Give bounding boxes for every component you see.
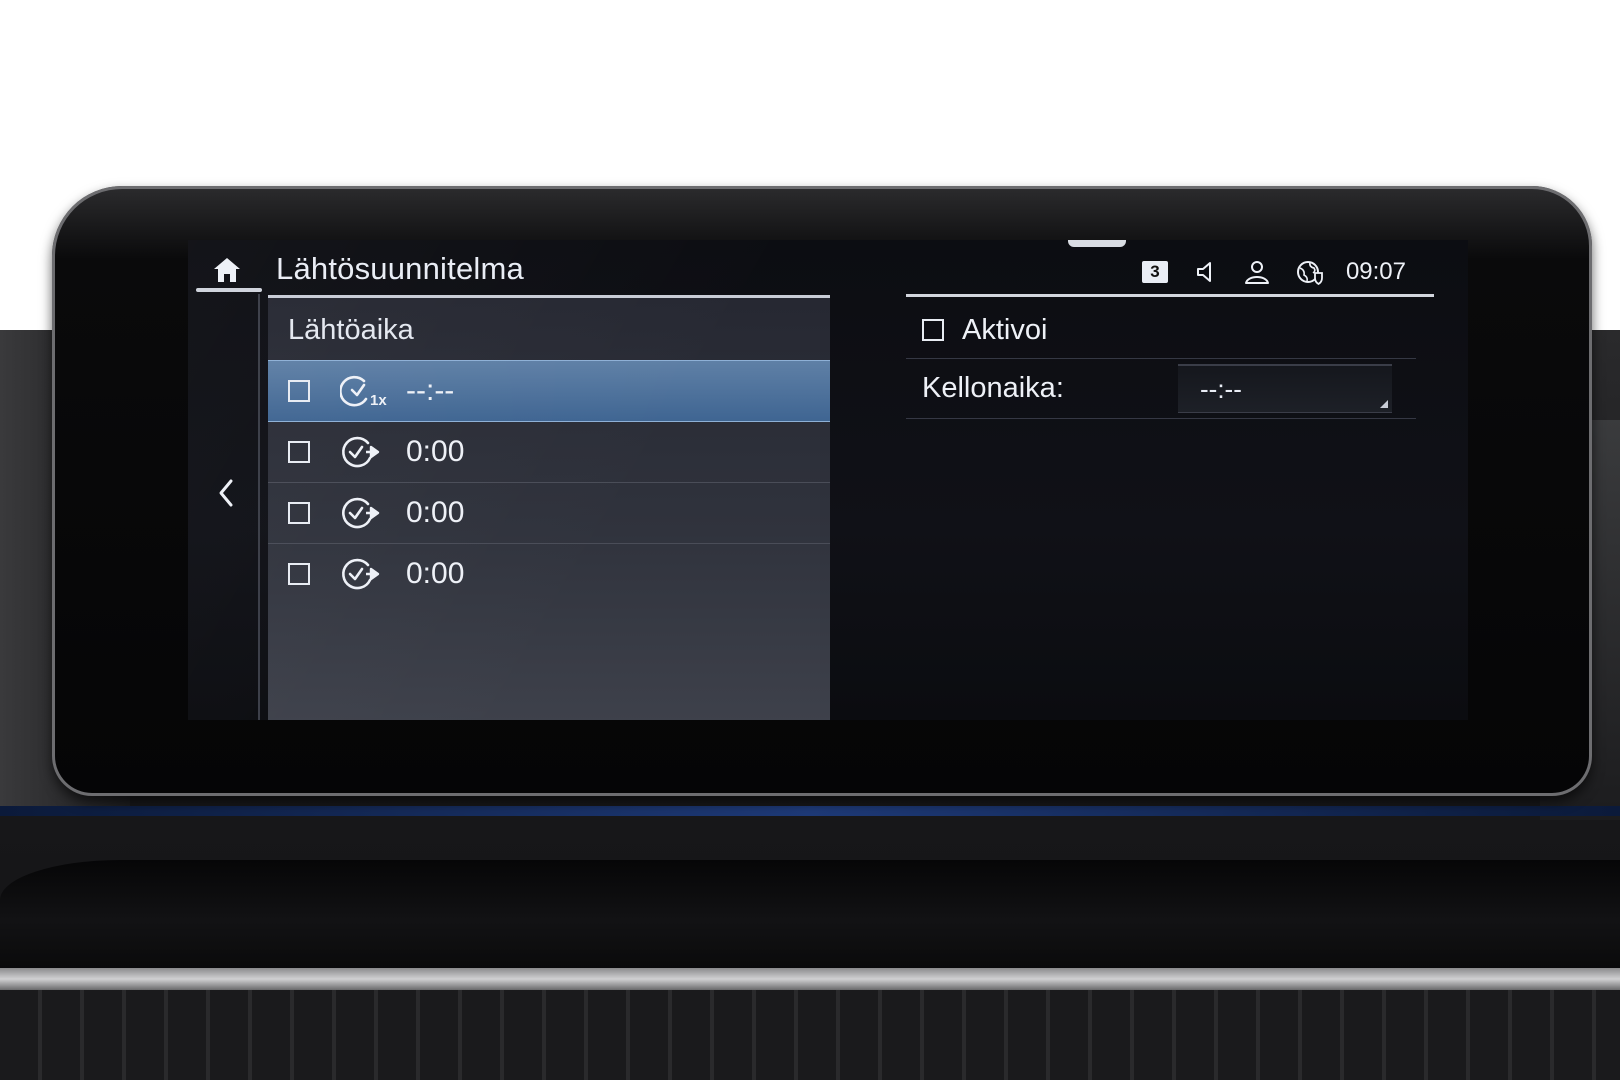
timer-3-time: 0:00	[406, 496, 465, 529]
activate-checkbox[interactable]	[922, 319, 944, 341]
timer-1-time: --:--	[406, 374, 455, 407]
connected-services-icon[interactable]	[1296, 259, 1324, 285]
timer-2-time: 0:00	[406, 435, 465, 468]
activate-row[interactable]: Aktivoi	[906, 302, 1416, 359]
gloss-trim	[0, 860, 1620, 970]
list-heading: Lähtöaika	[288, 314, 414, 346]
list-item-timer-4[interactable]: 0:00	[268, 544, 830, 604]
activate-label: Aktivoi	[962, 313, 1048, 346]
clock-time-value: --:--	[1200, 373, 1242, 404]
timer-4-checkbox[interactable]	[288, 563, 310, 585]
home-button[interactable]	[204, 248, 250, 292]
departure-time-list: Lähtöaika 1x --:-- 0:00 0:00 0:00	[268, 295, 830, 720]
chevron-left-icon	[219, 479, 233, 507]
user-profile-icon[interactable]	[1244, 259, 1270, 285]
notification-pull-tab[interactable]	[1068, 240, 1126, 247]
list-item-timer-1[interactable]: 1x --:--	[268, 360, 830, 422]
home-underline	[196, 288, 262, 292]
clock: 09:07	[1345, 258, 1406, 285]
recurring-timer-icon	[340, 434, 390, 470]
timer-1-checkbox[interactable]	[288, 380, 310, 402]
list-item-timer-3[interactable]: 0:00	[268, 483, 830, 544]
svg-text:1x: 1x	[370, 392, 387, 409]
recurring-timer-icon	[340, 495, 390, 531]
field-corner-indicator	[1380, 400, 1388, 408]
ambient-light-strip	[0, 806, 1620, 816]
back-button[interactable]	[206, 470, 246, 516]
clock-time-field[interactable]: --:--	[1178, 364, 1392, 413]
panel-edge	[258, 294, 260, 720]
list-item-timer-2[interactable]: 0:00	[268, 422, 830, 483]
timer-2-checkbox[interactable]	[288, 441, 310, 463]
clock-time-label: Kellonaika:	[922, 371, 1064, 404]
home-icon	[214, 258, 240, 282]
status-bar: 3 09:07	[1141, 254, 1406, 290]
infotainment-screen: Lähtösuunnitelma 3 09:07 Lähtöaika 1x --…	[188, 240, 1468, 720]
one-time-timer-icon: 1x	[340, 373, 390, 409]
recurring-timer-icon	[340, 556, 390, 592]
air-vent	[0, 990, 1620, 1080]
timer-3-checkbox[interactable]	[288, 502, 310, 524]
page-title: Lähtösuunnitelma	[276, 251, 524, 286]
speaker-icon[interactable]	[1194, 260, 1218, 284]
detail-divider	[906, 294, 1434, 297]
timer-4-time: 0:00	[406, 557, 465, 590]
chrome-trim	[0, 968, 1620, 990]
notification-count-badge[interactable]: 3	[1141, 261, 1168, 283]
